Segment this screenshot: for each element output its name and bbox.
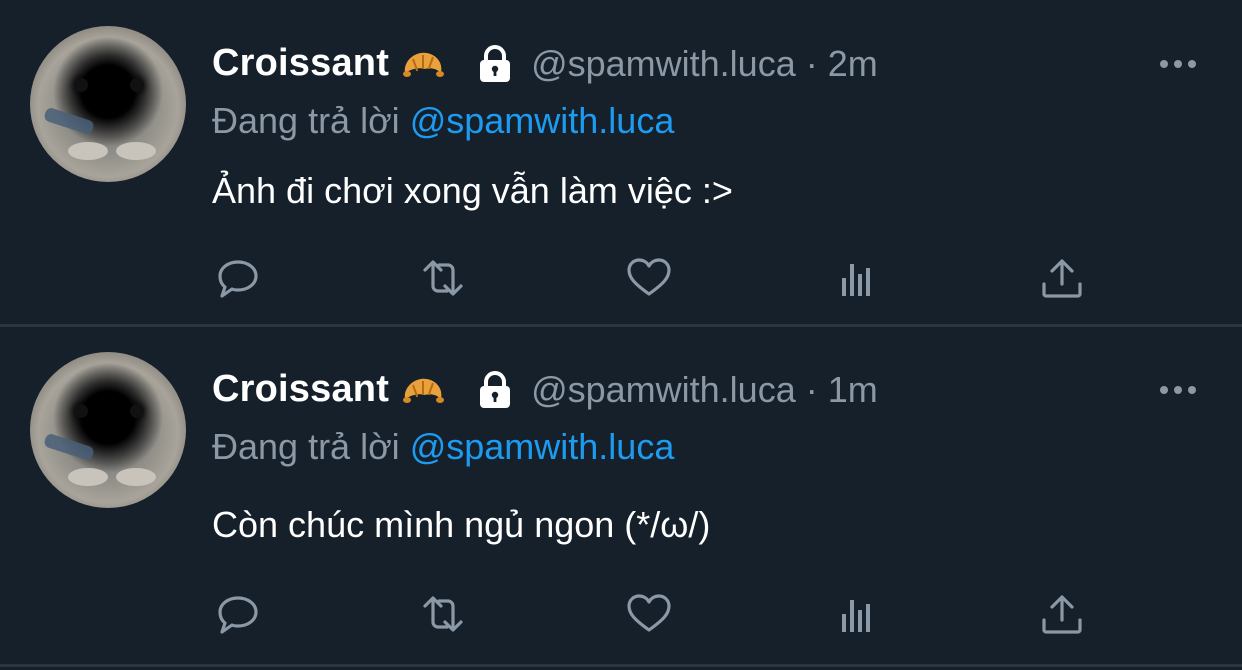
like-icon[interactable] xyxy=(625,590,673,638)
retweet-icon[interactable] xyxy=(419,590,467,638)
tweet-actions xyxy=(212,590,1092,638)
share-icon[interactable] xyxy=(1038,590,1086,638)
croissant-emoji-icon xyxy=(401,373,445,407)
replying-to: Đang trả lời @spamwith.luca xyxy=(212,426,674,468)
more-options-icon[interactable] xyxy=(1158,57,1198,69)
handle-and-time[interactable]: @spamwith.luca · 1m xyxy=(531,369,878,411)
share-icon[interactable] xyxy=(1038,254,1086,302)
lock-icon xyxy=(475,44,515,84)
tweet[interactable]: Croissant @spamwith. xyxy=(0,326,1242,664)
analytics-icon[interactable] xyxy=(832,590,880,638)
handle-and-time[interactable]: @spamwith.luca · 2m xyxy=(531,43,878,85)
display-name[interactable]: Croissant xyxy=(212,42,389,85)
reply-icon[interactable] xyxy=(214,254,262,302)
tweet-actions xyxy=(212,254,1092,302)
avatar[interactable] xyxy=(30,26,186,182)
replying-to-label: Đang trả lời xyxy=(212,100,400,141)
croissant-emoji-icon xyxy=(401,47,445,81)
replying-to-label: Đang trả lời xyxy=(212,426,400,467)
tweet-text: Ảnh đi chơi xong vẫn làm việc :> xyxy=(212,170,733,211)
reply-mention-link[interactable]: @spamwith.luca xyxy=(410,426,675,467)
tweet[interactable]: Croissant @spamwith. xyxy=(0,0,1242,326)
reply-mention-link[interactable]: @spamwith.luca xyxy=(410,100,675,141)
display-name[interactable]: Croissant xyxy=(212,368,389,411)
more-options-icon[interactable] xyxy=(1158,383,1198,395)
tweet-header: Croissant @spamwith. xyxy=(212,42,878,85)
lock-icon xyxy=(475,370,515,410)
tweet-text: Còn chúc mình ngủ ngon (*/ω/) xyxy=(212,504,711,545)
avatar[interactable] xyxy=(30,352,186,508)
retweet-icon[interactable] xyxy=(419,254,467,302)
tweet-divider xyxy=(0,664,1242,667)
tweet-header: Croissant @spamwith. xyxy=(212,368,878,411)
replying-to: Đang trả lời @spamwith.luca xyxy=(212,100,674,142)
reply-icon[interactable] xyxy=(214,590,262,638)
like-icon[interactable] xyxy=(625,254,673,302)
timeline: Croissant @spamwith.luca · 2m Đang trả l… xyxy=(0,0,1242,670)
analytics-icon[interactable] xyxy=(832,254,880,302)
